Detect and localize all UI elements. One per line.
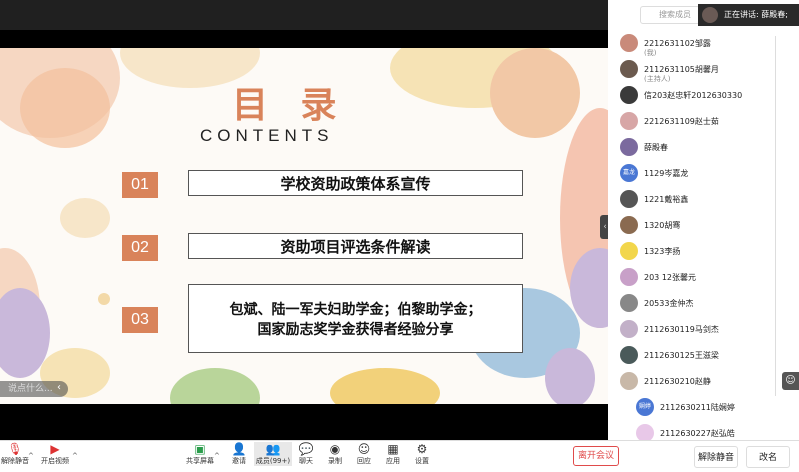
leave-meeting-button[interactable]: 离开会议 [573,446,619,466]
member-name: 1221戴裕鑫 [644,195,689,204]
avatar: 娴婷 [636,398,654,416]
item-number: 03 [122,307,158,333]
member-name: 2112630211陆娴婷 [660,403,735,412]
share-screen-button[interactable]: ▣ 共享屏幕 [183,442,217,466]
item-number: 02 [122,235,158,261]
member-name: 薛殿春 [644,143,668,152]
avatar [620,86,638,104]
avatar [620,138,638,156]
avatar [620,242,638,260]
avatar [620,112,638,130]
speaker-avatar [702,7,718,23]
avatar [620,294,638,312]
member-name: 20533金仲杰 [644,299,694,308]
member-name: 2112630125王滋梁 [644,351,719,360]
member-item[interactable]: 嘉龙 1129岑嘉龙 [618,160,778,186]
shared-slide: 目 录 CONTENTS 01 学校资助政策体系宣传 02 资助项目评选条件解读… [0,48,608,404]
member-name: 2112630210赵静 [644,377,711,386]
video-button[interactable]: ▶ 开启视频 [38,442,72,466]
member-item[interactable]: 203 12张馨元 [618,264,778,290]
item-label: 学校资助政策体系宣传 [280,174,431,193]
camera-off-icon: ▶ [50,442,60,456]
video-label: 开启视频 [41,457,69,465]
decor-blob [60,198,110,238]
mute-label: 解除静音 [1,457,29,465]
floating-emoji-icon[interactable]: ☺ [782,372,799,390]
share-options-caret-icon[interactable]: ^ [214,452,220,460]
avatar [620,268,638,286]
member-name: 2212631109赵士茹 [644,117,719,126]
avatar: 嘉龙 [620,164,638,182]
slide-subtitle: CONTENTS [200,126,334,145]
decor-blob [170,368,260,404]
slide-title: 目 录 [232,84,347,126]
member-item[interactable]: 薛殿春 [618,134,778,160]
item-label-line1: 包斌、陆一军夫妇助学金；伯黎助学金； [229,301,482,318]
member-item[interactable]: 20533金仲杰 [618,290,778,316]
users-icon: 👥 [265,442,281,456]
members-button[interactable]: 👥 成员(99+) [254,442,292,466]
apps-label: 应用 [386,457,400,465]
chevron-left-icon[interactable]: ‹ [52,381,66,395]
members-label: 成员(99+) [255,457,291,465]
share-screen-icon: ▣ [194,442,206,456]
member-item[interactable]: 1320胡骞 [618,212,778,238]
member-name: 1323李扬 [644,247,681,256]
video-bottom-band [0,404,608,440]
item-label: 资助项目评选条件解读 [280,237,431,256]
invite-button[interactable]: 👤 邀请 [222,442,256,466]
avatar [620,346,638,364]
member-item[interactable]: 娴婷 2112630211陆娴婷 [634,394,794,420]
settings-button[interactable]: ⚙ 设置 [405,442,439,466]
member-name: 1320胡骞 [644,221,681,230]
member-item[interactable]: 2112631105胡馨月 (主持人) [618,56,778,83]
member-item[interactable]: 信203赵忠轩2012630330 [618,82,778,108]
avatar [620,216,638,234]
member-item[interactable]: 2212631109赵士茹 [618,108,778,134]
mute-options-caret-icon[interactable]: ^ [28,452,34,460]
member-name: 2112630227赵弘皓 [660,429,735,438]
member-item[interactable]: 2112630125王滋梁 [618,342,778,368]
member-name: 203 12张馨元 [644,273,696,282]
decor-blob [330,368,440,404]
member-name: 1129岑嘉龙 [644,169,689,178]
decor-blob [20,68,110,148]
member-item[interactable]: 2212631102邹露 (我) [618,30,778,57]
video-top-band [0,30,608,48]
avatar [620,60,638,78]
item-text: 学校资助政策体系宣传 [188,170,523,196]
record-label: 录制 [328,457,342,465]
decor-blob [490,48,580,138]
decor-blob [545,348,595,404]
item-number: 01 [122,172,158,198]
member-item[interactable]: 2112630119马剑杰 [618,316,778,342]
member-item[interactable]: 1323李扬 [618,238,778,264]
rename-button[interactable]: 改名 [746,446,790,468]
item-label-line2: 国家励志奖学金获得者经验分享 [257,321,454,338]
unmute-all-button[interactable]: 解除静音 [694,446,738,468]
decor-blob [98,293,110,305]
reaction-label: 回应 [357,457,371,465]
avatar [620,372,638,390]
item-text: 资助项目评选条件解读 [188,233,523,259]
video-options-caret-icon[interactable]: ^ [72,452,78,460]
member-item[interactable]: 2112630210赵静 [618,368,778,394]
avatar [620,320,638,338]
chat-label: 聊天 [299,457,313,465]
member-search-input[interactable]: 搜索成员 [640,6,700,24]
add-user-icon: 👤 [231,442,247,456]
share-label: 共享屏幕 [186,457,214,465]
invite-label: 邀请 [232,457,246,465]
item-text: 包斌、陆一军夫妇助学金；伯黎助学金； 国家励志奖学金获得者经验分享 [188,284,523,353]
gear-icon: ⚙ [416,442,428,456]
avatar [620,190,638,208]
member-name: 信203赵忠轩2012630330 [644,91,743,100]
member-item[interactable]: 1221戴裕鑫 [618,186,778,212]
settings-label: 设置 [415,457,429,465]
avatar [620,34,638,52]
member-name: 2112630119马剑杰 [644,325,719,334]
